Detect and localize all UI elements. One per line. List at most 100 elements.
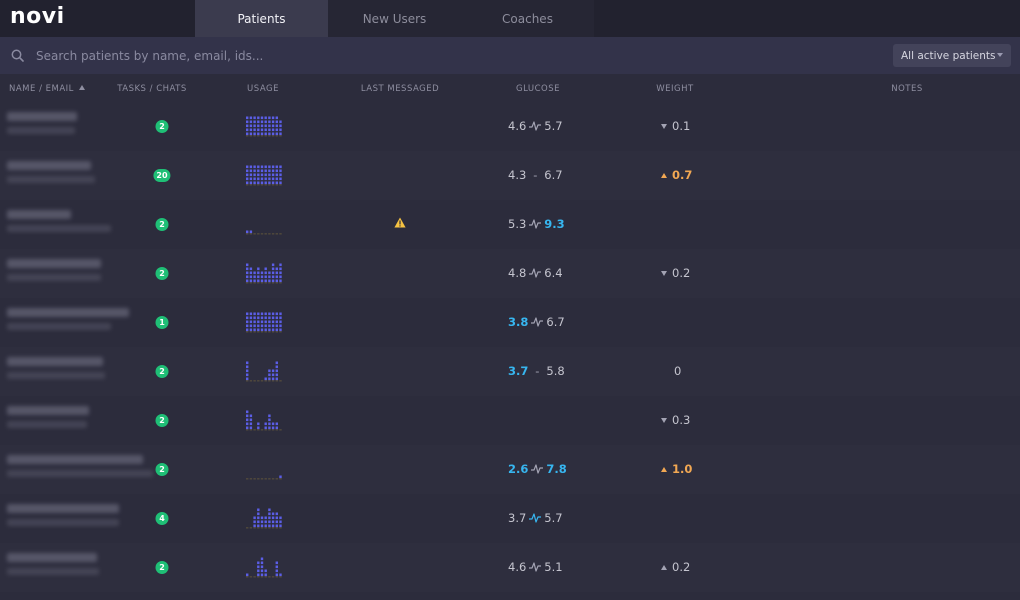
column-header-usage[interactable]: USAGE — [247, 84, 279, 94]
usage-baseline-mark — [275, 380, 278, 382]
usage-bar-segment — [249, 312, 253, 316]
usage-bar-segment — [253, 320, 256, 324]
patient-name-redacted — [7, 553, 97, 562]
usage-bar-segment — [257, 124, 260, 128]
column-header-weight[interactable]: WEIGHT — [656, 84, 693, 94]
usage-baseline-mark — [253, 282, 256, 284]
tasks-chats-badge[interactable]: 2 — [155, 463, 169, 476]
usage-baseline-mark — [246, 380, 249, 382]
tasks-chats-badge[interactable]: 2 — [155, 267, 169, 280]
weight-change: 0 — [674, 364, 681, 378]
usage-bar-segment — [253, 316, 256, 320]
usage-bar-segment — [257, 573, 260, 577]
tasks-chats-badge[interactable]: 2 — [155, 218, 169, 231]
column-header-glucose[interactable]: GLUCOSE — [516, 84, 560, 94]
usage-baseline-mark — [264, 282, 267, 284]
usage-bar-segment — [275, 369, 278, 373]
usage-bar-segment — [268, 165, 271, 169]
usage-bar-segment — [271, 181, 275, 185]
usage-bar-segment — [271, 120, 275, 124]
usage-bar-segment — [257, 275, 260, 279]
patient-email-redacted — [7, 225, 111, 232]
patient-email-redacted — [7, 176, 95, 183]
usage-baseline-mark — [275, 527, 278, 529]
column-header-tasks-chats[interactable]: TASKS / CHATS — [117, 84, 187, 94]
tasks-chats-badge[interactable]: 2 — [155, 561, 169, 574]
weight-change: 0.7 — [661, 168, 692, 182]
usage-bar-segment — [246, 320, 249, 324]
tab-new-users[interactable]: New Users — [328, 0, 461, 37]
usage-baseline-mark — [249, 380, 253, 382]
tasks-chats-badge[interactable]: 2 — [155, 120, 169, 133]
usage-baseline-mark — [260, 380, 264, 382]
usage-bar-segment — [249, 279, 253, 283]
usage-baseline-mark — [260, 282, 264, 284]
glucose-low-value: 5.3 — [508, 217, 527, 231]
usage-baseline-mark — [275, 576, 278, 578]
usage-bar-segment — [257, 177, 260, 181]
column-header-last-messaged[interactable]: LAST MESSAGED — [361, 84, 439, 94]
usage-bar-segment — [275, 132, 278, 136]
usage-baseline-mark — [257, 380, 260, 382]
usage-baseline-mark — [257, 576, 260, 578]
table-row[interactable]: 2 4.6 5.7 0.1 — [0, 102, 1020, 151]
usage-baseline-mark — [260, 135, 264, 137]
usage-baseline-mark — [260, 331, 264, 333]
usage-bar-segment — [271, 512, 275, 516]
usage-baseline-mark — [260, 429, 264, 431]
usage-bar-segment — [268, 422, 271, 426]
column-header-name-email[interactable]: NAME / EMAIL — [9, 84, 85, 94]
table-row[interactable]: 2 0.3 — [0, 396, 1020, 445]
tab-patients[interactable]: Patients — [195, 0, 328, 37]
usage-bar-segment — [268, 369, 271, 373]
usage-baseline-mark — [271, 233, 275, 235]
table-row[interactable]: 2 2.6 7.8 1.0 — [0, 445, 1020, 494]
weight-change-value: 0.2 — [672, 560, 691, 574]
tasks-chats-badge[interactable]: 2 — [155, 414, 169, 427]
usage-bar-segment — [246, 316, 249, 320]
tab-coaches[interactable]: Coaches — [461, 0, 594, 37]
usage-bar-segment — [275, 512, 278, 516]
table-row[interactable]: 1 3.8 6.7 — [0, 298, 1020, 347]
table-row[interactable]: 2 3.7-5.8 0 — [0, 347, 1020, 396]
tasks-chats-badge[interactable]: 4 — [155, 512, 169, 525]
column-header-notes[interactable]: NOTES — [891, 84, 923, 94]
usage-bar-segment — [260, 565, 264, 569]
usage-baseline-mark — [253, 478, 256, 480]
usage-bar-segment — [253, 181, 256, 185]
table-row[interactable]: 2 5.3 9.3 — [0, 200, 1020, 249]
table-row[interactable]: 4 3.7 5.7 — [0, 494, 1020, 543]
usage-bar-segment — [257, 173, 260, 177]
search-input[interactable] — [36, 45, 536, 67]
tasks-chats-badge[interactable]: 2 — [155, 365, 169, 378]
table-row[interactable]: 2 4.8 6.4 0.2 — [0, 249, 1020, 298]
usage-bar-segment — [275, 373, 278, 377]
usage-bar-segment — [264, 573, 267, 577]
usage-bar-segment — [257, 324, 260, 328]
usage-bar-segment — [257, 271, 260, 275]
usage-baseline-mark — [249, 478, 253, 480]
patient-filter-select[interactable]: All active patients — [893, 44, 1011, 67]
app-logo[interactable]: novi — [10, 4, 65, 29]
patient-email-redacted — [7, 568, 99, 575]
table-row[interactable]: 2 4.6 5.1 0.2 — [0, 543, 1020, 592]
usage-bar-segment — [257, 116, 260, 120]
usage-bar-segment — [253, 328, 256, 332]
usage-bar-segment — [275, 426, 278, 430]
tasks-chats-badge[interactable]: 1 — [155, 316, 169, 329]
usage-baseline-mark — [271, 184, 275, 186]
usage-bar-segment — [268, 418, 271, 422]
usage-bar-segment — [275, 320, 278, 324]
usage-bar-segment — [264, 181, 267, 185]
usage-baseline-mark — [246, 576, 249, 578]
glucose-range: 3.7 5.7 — [508, 511, 563, 525]
usage-bar-segment — [271, 312, 275, 316]
table-row[interactable]: 20 4.3-6.7 0.7 — [0, 151, 1020, 200]
tasks-chats-badge[interactable]: 20 — [153, 169, 171, 182]
usage-bar-segment — [271, 132, 275, 136]
usage-baseline-mark — [279, 233, 282, 235]
usage-bar-segment — [257, 320, 260, 324]
usage-bar-segment — [260, 557, 264, 561]
usage-bar-segment — [249, 324, 253, 328]
usage-bar-segment — [253, 516, 256, 520]
